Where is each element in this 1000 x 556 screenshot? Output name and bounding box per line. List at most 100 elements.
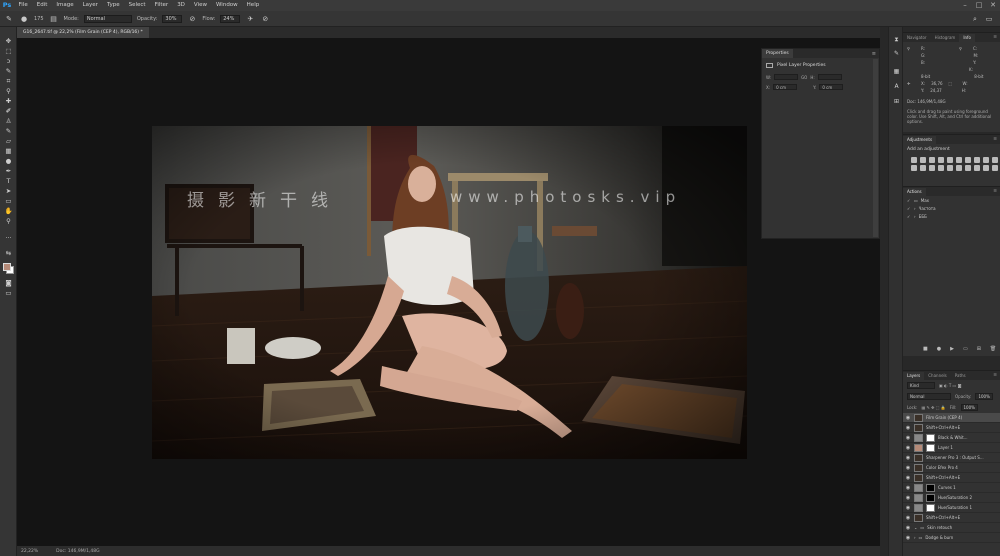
invert-icon[interactable] bbox=[920, 165, 926, 171]
layer-mask[interactable] bbox=[926, 433, 935, 442]
close-button[interactable]: ✕ bbox=[986, 0, 1000, 11]
layer-row[interactable]: ◉ Sharpener Pro 3 : Output S... bbox=[903, 453, 1000, 463]
filter-icons[interactable]: ▣ ◐ T ▭ ◙ bbox=[939, 383, 961, 388]
brush-settings-icon[interactable]: ✎ bbox=[892, 49, 901, 58]
character-icon[interactable]: A bbox=[892, 82, 901, 91]
dodge-tool-icon[interactable]: ● bbox=[3, 157, 14, 166]
record-icon[interactable]: ● bbox=[937, 346, 941, 352]
menu-3d[interactable]: 3D bbox=[173, 0, 190, 11]
canvas-area[interactable]: 摄影新干线 www.photosks.vip bbox=[17, 38, 880, 546]
search-icon[interactable]: ⌕ bbox=[970, 14, 980, 24]
maximize-button[interactable]: □ bbox=[972, 0, 986, 11]
layer-mask[interactable] bbox=[926, 503, 935, 512]
channel-mixer-icon[interactable] bbox=[992, 157, 998, 163]
menu-file[interactable]: File bbox=[14, 0, 32, 11]
menu-image[interactable]: Image bbox=[52, 0, 78, 11]
action-set[interactable]: ✓ › Частота bbox=[903, 204, 1000, 212]
panel-menu-icon[interactable]: ≡ bbox=[993, 34, 1000, 42]
swatches-icon[interactable]: ▦ bbox=[892, 67, 901, 76]
airbrush-icon[interactable]: ✈ bbox=[245, 14, 255, 24]
panel-menu-icon[interactable]: ≡ bbox=[993, 372, 1000, 380]
brush-tool-icon[interactable]: ✎ bbox=[4, 14, 14, 24]
layer-mask[interactable] bbox=[926, 443, 935, 452]
eyedropper-tool-icon[interactable]: ⚲ bbox=[3, 87, 14, 96]
blend-mode-select[interactable]: Normal bbox=[907, 393, 951, 400]
screen-mode-icon[interactable]: ▭ bbox=[3, 289, 14, 298]
black-white-icon[interactable] bbox=[974, 157, 980, 163]
replace-color-icon[interactable] bbox=[992, 165, 998, 171]
opacity-field[interactable]: 30% bbox=[162, 14, 183, 23]
layer-row[interactable]: ◉ Hue/Saturation 2 bbox=[903, 493, 1000, 503]
chevron-right-icon[interactable]: › bbox=[914, 535, 916, 540]
layer-row[interactable]: ◉ Curves 1 bbox=[903, 483, 1000, 493]
color-lookup-icon[interactable] bbox=[911, 165, 917, 171]
stop-icon[interactable]: ■ bbox=[923, 346, 928, 352]
layer-opacity-field[interactable]: 100% bbox=[975, 393, 993, 400]
layer-row[interactable]: ◉ Film Grain (CEP 4) bbox=[903, 413, 1000, 423]
workspace-icon[interactable]: ▭ bbox=[984, 14, 994, 24]
selective-color-icon[interactable] bbox=[956, 165, 962, 171]
check-icon[interactable]: ✓ bbox=[907, 214, 911, 219]
trash-icon[interactable]: 🗑 bbox=[990, 346, 996, 352]
more-tools-icon[interactable]: … bbox=[3, 232, 14, 241]
panel-menu-icon[interactable]: ≡ bbox=[993, 188, 1000, 196]
eye-icon[interactable]: ◉ bbox=[905, 475, 911, 481]
photo-filter-icon[interactable] bbox=[983, 157, 989, 163]
tab-histogram[interactable]: Histogram bbox=[931, 34, 960, 42]
play-icon[interactable]: ▶ bbox=[950, 346, 954, 352]
history-brush-tool-icon[interactable]: ✎ bbox=[3, 127, 14, 136]
brush-preset-icon[interactable]: ● bbox=[19, 14, 29, 24]
color-balance-icon[interactable] bbox=[965, 157, 971, 163]
mode-select[interactable]: Normal bbox=[83, 14, 132, 23]
menu-window[interactable]: Window bbox=[211, 0, 242, 11]
eye-icon[interactable]: ◉ bbox=[905, 495, 911, 501]
layer-mask[interactable] bbox=[926, 483, 935, 492]
foreground-color-swatch[interactable] bbox=[3, 263, 11, 271]
height-field[interactable] bbox=[817, 74, 842, 80]
brush-panel-icon[interactable]: ▤ bbox=[49, 14, 59, 24]
menu-select[interactable]: Select bbox=[124, 0, 150, 11]
crop-tool-icon[interactable]: ⌗ bbox=[3, 77, 14, 86]
chevron-right-icon[interactable]: › bbox=[914, 214, 916, 219]
eye-icon[interactable]: ◉ bbox=[905, 485, 911, 491]
lasso-tool-icon[interactable]: ↄ bbox=[3, 57, 14, 66]
hand-tool-icon[interactable]: ✋ bbox=[3, 207, 14, 216]
minimize-button[interactable]: – bbox=[958, 0, 972, 11]
zoom-level[interactable]: 22,22% bbox=[21, 549, 38, 554]
hue-saturation-icon[interactable] bbox=[956, 157, 962, 163]
pressure-size-icon[interactable]: ⊘ bbox=[260, 14, 270, 24]
width-field[interactable] bbox=[774, 74, 799, 80]
layer-mask[interactable] bbox=[926, 493, 935, 502]
swap-colors-icon[interactable]: ⇆ bbox=[3, 249, 14, 258]
tab-paths[interactable]: Paths bbox=[951, 372, 970, 380]
layer-row[interactable]: ◉ Shift+Ctrl+Alt+E bbox=[903, 423, 1000, 433]
levels-icon[interactable] bbox=[920, 157, 926, 163]
menu-filter[interactable]: Filter bbox=[150, 0, 173, 11]
quick-select-tool-icon[interactable]: ✎ bbox=[3, 67, 14, 76]
link-label[interactable]: GO bbox=[801, 75, 807, 80]
properties-icon[interactable]: ⊞ bbox=[892, 97, 901, 106]
desaturate-icon[interactable] bbox=[983, 165, 989, 171]
brightness-contrast-icon[interactable] bbox=[911, 157, 917, 163]
layer-row[interactable]: ◉ Hue/Saturation 1 bbox=[903, 503, 1000, 513]
eye-icon[interactable]: ◉ bbox=[905, 425, 911, 431]
posterize-icon[interactable] bbox=[929, 165, 935, 171]
flow-field[interactable]: 24% bbox=[220, 14, 241, 23]
eye-icon[interactable]: ◉ bbox=[905, 505, 911, 511]
layer-row[interactable]: ◉ Layer 1 bbox=[903, 443, 1000, 453]
lock-icons[interactable]: ▦ ✎ ✥ ⬚ 🔒 bbox=[921, 405, 945, 410]
menu-view[interactable]: View bbox=[189, 0, 211, 11]
layer-row[interactable]: ◉ Shift+Ctrl+Alt+E bbox=[903, 473, 1000, 483]
document-image[interactable] bbox=[152, 126, 747, 459]
threshold-icon[interactable] bbox=[938, 165, 944, 171]
tab-layers[interactable]: Layers bbox=[903, 372, 925, 380]
menu-help[interactable]: Help bbox=[242, 0, 264, 11]
curves-icon[interactable] bbox=[929, 157, 935, 163]
layer-group-row[interactable]: ◉ ⌄ ▭ Skin retouch bbox=[903, 523, 1000, 533]
new-set-icon[interactable]: ▭ bbox=[963, 346, 968, 352]
kind-filter[interactable]: Kind bbox=[907, 382, 935, 389]
eye-icon[interactable]: ◉ bbox=[905, 515, 911, 521]
healing-tool-icon[interactable]: ✚ bbox=[3, 97, 14, 106]
gradient-tool-icon[interactable]: ▦ bbox=[3, 147, 14, 156]
action-set[interactable]: ✓ ▭ Max bbox=[903, 196, 1000, 204]
